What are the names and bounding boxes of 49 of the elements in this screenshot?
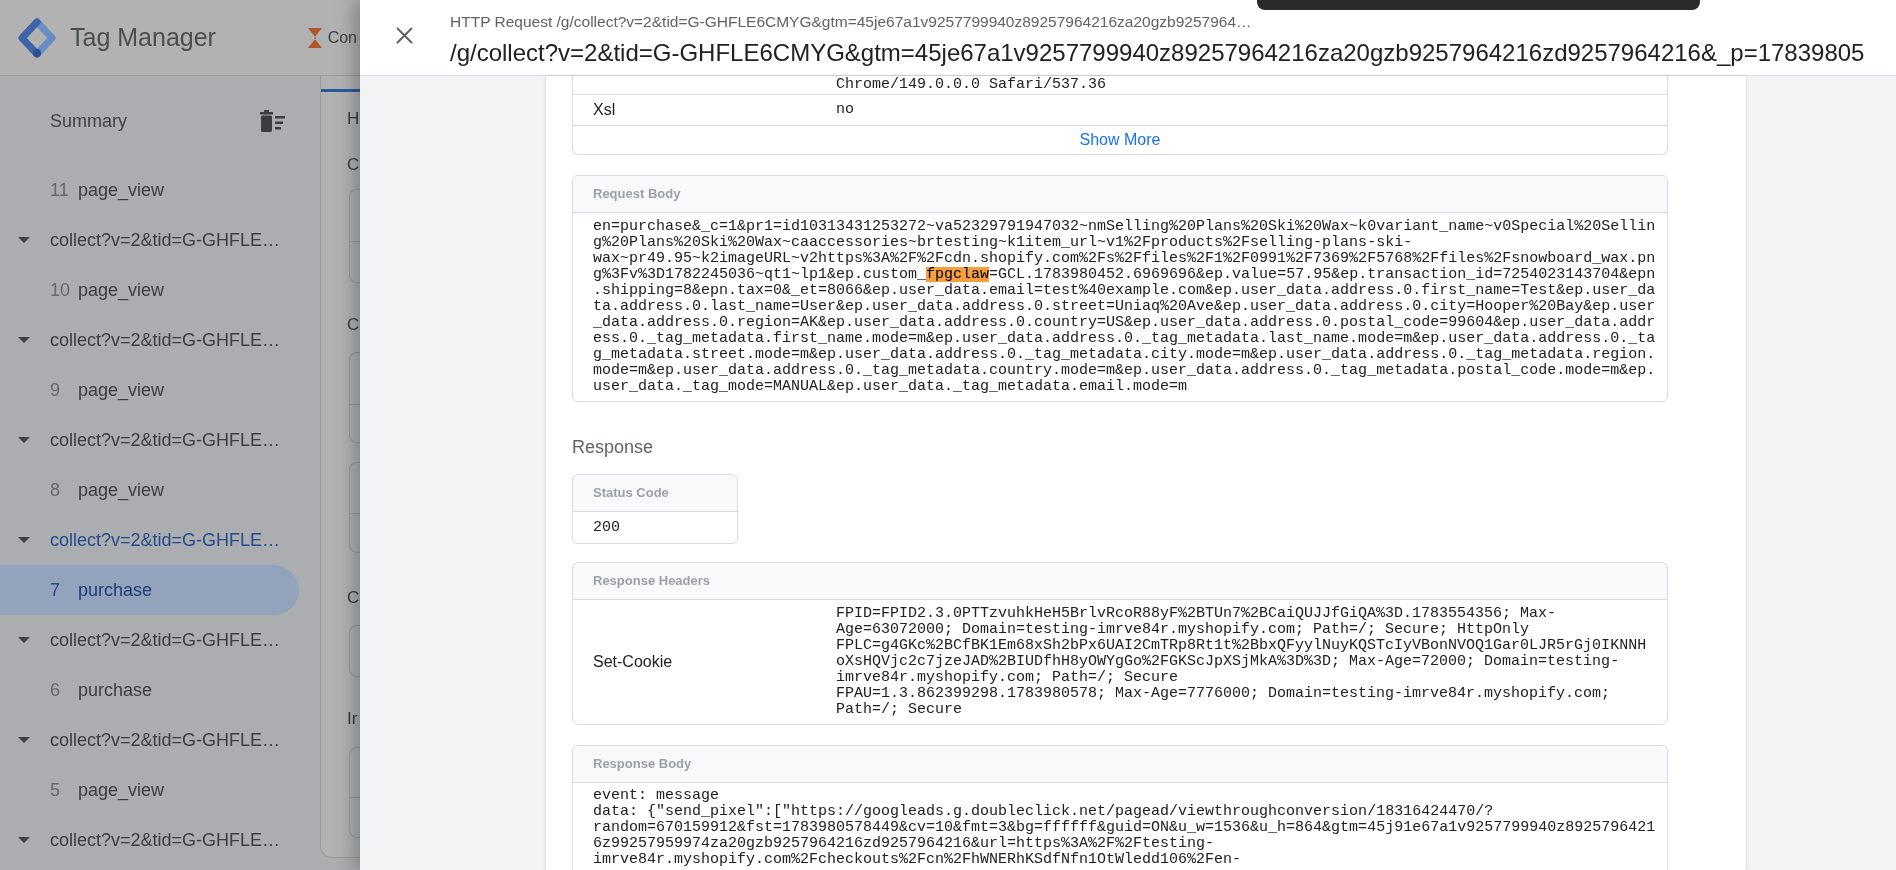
response-body-text: event: message data: {"send_pixel":["https://googleads.g.doubleclick.net/pagead/viewthroughconversion/18316424470/?random=670159912&fst=1783980578449&cv=10&fmt=3&bg=ffffff&guid=ON&u_w=1536&u_h=864&gtm=45j91e67a1v9257799940z89257964216z99257959974za20gzb9257964216zd9257964216&url=https%3A%2F%2Ftesting-imrve84r.myshopify.com%2Fcheckouts%2Fcn%2FhWNERhKSdfNfn1OtWledd106%2Fen- xyxy=(592,786,1657,868)
trash-icon[interactable] xyxy=(259,110,285,132)
sheet-subtitle: HTTP Request /g/collect?v=2&tid=G-GHFLE6CMYG&gtm=45je67a1v9257799940z89257964216za20gzb9257964… xyxy=(450,13,1252,31)
event-item[interactable]: 5 page_view xyxy=(0,765,299,815)
caret-down-icon[interactable] xyxy=(18,737,30,743)
caret-down-icon[interactable] xyxy=(18,337,30,343)
caret-down-icon[interactable] xyxy=(18,837,30,843)
header-name: Set-Cookie xyxy=(593,653,673,671)
section-header: Response Headers xyxy=(573,563,1667,600)
caret-down-icon[interactable] xyxy=(18,437,30,443)
row-value: no xyxy=(836,102,854,118)
section-label: Ir xyxy=(347,709,358,729)
caret-down-icon[interactable] xyxy=(18,237,30,243)
tab-indicator xyxy=(321,89,360,92)
section-header: Response Body xyxy=(573,746,1667,783)
section-header: Status Code xyxy=(573,475,737,512)
row-label: Xsl xyxy=(593,101,616,119)
event-item[interactable]: 6 purchase xyxy=(0,665,299,715)
sheet-title: /g/collect?v=2&tid=G-GHFLE6CMYG&gtm=45je67a1v9257799940z89257964216za20gzb9257964216zd9257964216&_p=17839805 xyxy=(450,39,1865,67)
container-name[interactable]: Con xyxy=(327,25,357,50)
show-more-link[interactable]: Show More xyxy=(1079,131,1161,149)
logo-icon xyxy=(306,26,323,49)
section-header: Request Body xyxy=(573,176,1667,213)
event-item[interactable]: 11 page_view xyxy=(0,165,299,215)
request-item[interactable]: collect?v=2&tid=G-GHFLE… xyxy=(0,815,320,865)
request-item[interactable]: collect?v=2&tid=G-GHFLE… xyxy=(0,415,320,465)
section-title: Response xyxy=(572,436,654,459)
status-code-value: 200 xyxy=(593,519,620,536)
event-item[interactable]: 7 purchase xyxy=(0,565,299,615)
caret-down-icon[interactable] xyxy=(18,637,30,643)
event-item[interactable]: 10 page_view xyxy=(0,265,299,315)
event-item[interactable]: 9 page_view xyxy=(0,365,299,415)
section-label: C xyxy=(347,315,360,335)
event-item[interactable]: 8 page_view xyxy=(0,465,299,515)
panel-heading: H xyxy=(347,109,360,129)
header-value: FPID=FPID2.3.0PTTzvuhkHeH5BrlvRcoR88yF%2BTUn7%2BCaiQUJJfGiQA%3D.1783554356; Max-Age=63072000; Domain=testing-imrve84r.myshopify.com; Path=/; Secure; HttpOnly FPLC=g4GKc%2BCfBK1Em68xSh2bPx6UAI2CmTRp8Rt1t%2BbxQFyylNuyKQSTcIyVBonNVOQ1Gar0LJR5rGj0IKNNHoXsHQVjc2c7jzeJAD%2BIUDfhH8yOWYgGo%2FGKScJpXSjMkA%3D%3D; Max-Age=72000; Domain=testing-imrve84r.myshopify.com; Path=/; Secure FPAU=1.3.862399298.1783980578; Max-Age=7776000; Domain=testing-imrve84r.myshopify.com; Path=/; Secure xyxy=(836,604,1648,720)
tag-manager-logo-icon xyxy=(18,17,56,58)
app-title: Tag Manager xyxy=(70,21,216,53)
request-item[interactable]: collect?v=2&tid=G-GHFLE… xyxy=(0,515,320,565)
section-label: C xyxy=(347,588,360,608)
request-item[interactable]: collect?v=2&tid=G-GHFLE… xyxy=(0,715,320,765)
caret-down-icon[interactable] xyxy=(18,537,30,543)
section-label: C xyxy=(347,155,360,175)
sidebar-title: Summary xyxy=(50,109,127,133)
row-value: Chrome/149.0.0.0 Safari/537.36 xyxy=(836,77,1107,93)
request-item[interactable]: collect?v=2&tid=G-GHFLE… xyxy=(0,215,320,265)
request-item[interactable]: collect?v=2&tid=G-GHFLE… xyxy=(0,315,320,365)
request-item[interactable]: collect?v=2&tid=G-GHFLE… xyxy=(0,615,320,665)
close-icon xyxy=(396,27,413,44)
